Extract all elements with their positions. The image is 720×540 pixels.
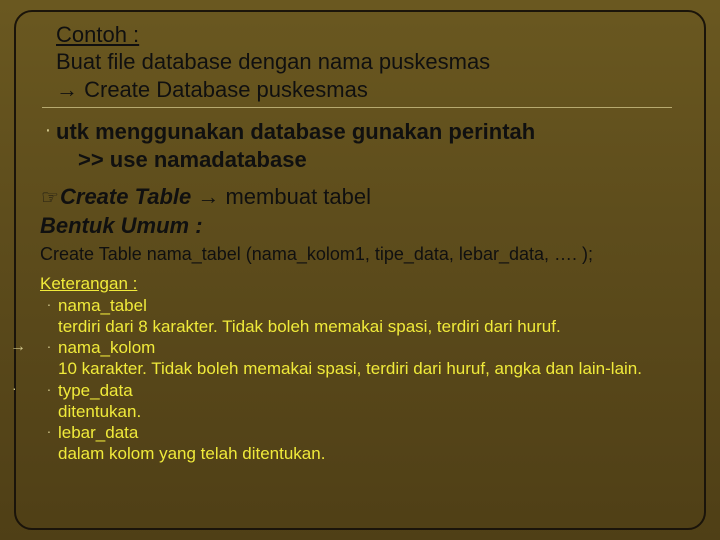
slide: Contoh : Buat file database dengan nama … <box>0 0 720 540</box>
keterangan-title: Keterangan : <box>40 274 137 293</box>
create-table-row: ☞ Create Table → membuat tabel <box>40 183 686 211</box>
ket-item-1-body: nama_tabel terdiri dari 8 karakter. Tida… <box>58 295 561 338</box>
bullet-dot-icon: · <box>40 380 58 398</box>
ket-item-2-body: nama_kolom 10 karakter. Tidak boleh mema… <box>58 337 642 380</box>
ket-item-1: · nama_tabel terdiri dari 8 karakter. Ti… <box>40 295 686 338</box>
ket-desc-3: ditentukan. <box>58 402 141 421</box>
ket-term-4: lebar_data <box>58 423 138 442</box>
ket-item-2: → · nama_kolom 10 karakter. Tidak boleh … <box>40 337 686 380</box>
ket-item-4-body: lebar_data dalam kolom yang telah ditent… <box>58 422 325 465</box>
bentuk-umum-label: Bentuk Umum : <box>40 213 686 239</box>
pointing-hand-icon: ☞ <box>40 185 60 210</box>
instruction-line-2: → Create Database puskesmas <box>56 76 686 104</box>
ket-term-3: type_data <box>58 381 133 400</box>
divider <box>42 107 672 108</box>
use-db-text: utk menggunakan database gunakan perinta… <box>56 118 535 173</box>
create-table-desc: membuat tabel <box>225 184 371 209</box>
ket-desc-1: terdiri dari 8 karakter. Tidak boleh mem… <box>58 317 561 336</box>
ket-item-3: · · type_data ditentukan. <box>40 380 686 423</box>
ket-item-3-body: type_data ditentukan. <box>58 380 141 423</box>
bullet-dot-icon: · <box>40 295 58 313</box>
instruction-line-1: Buat file database dengan nama puskesmas <box>56 48 686 76</box>
keterangan-block: Keterangan : · nama_tabel terdiri dari 8… <box>40 273 686 464</box>
bullet-dot-icon: · <box>40 118 56 142</box>
arrow-right-icon: → <box>10 337 26 357</box>
ket-desc-2: 10 karakter. Tidak boleh memakai spasi, … <box>58 359 642 378</box>
create-table-syntax: Create Table nama_tabel (nama_kolom1, ti… <box>40 243 686 266</box>
bullet-dot-icon: · <box>40 422 58 440</box>
heading-contoh: Contoh : <box>56 22 686 48</box>
create-table-text: Create Table → membuat tabel <box>60 183 371 211</box>
ket-term-1: nama_tabel <box>58 296 147 315</box>
ket-term-2: nama_kolom <box>58 338 155 357</box>
bullet-dot-icon: · <box>12 380 17 398</box>
ket-item-4: · lebar_data dalam kolom yang telah dite… <box>40 422 686 465</box>
use-db-bullet: · utk menggunakan database gunakan perin… <box>40 118 686 173</box>
use-db-line-a: utk menggunakan database gunakan perinta… <box>56 119 535 144</box>
bullet-dot-icon: · <box>40 337 58 355</box>
ket-desc-4: dalam kolom yang telah ditentukan. <box>58 444 325 463</box>
create-table-arrow: → <box>191 184 225 209</box>
use-db-line-b: >> use namadatabase <box>56 147 307 172</box>
create-table-term: Create Table <box>60 184 191 209</box>
content-frame: Contoh : Buat file database dengan nama … <box>14 10 706 530</box>
